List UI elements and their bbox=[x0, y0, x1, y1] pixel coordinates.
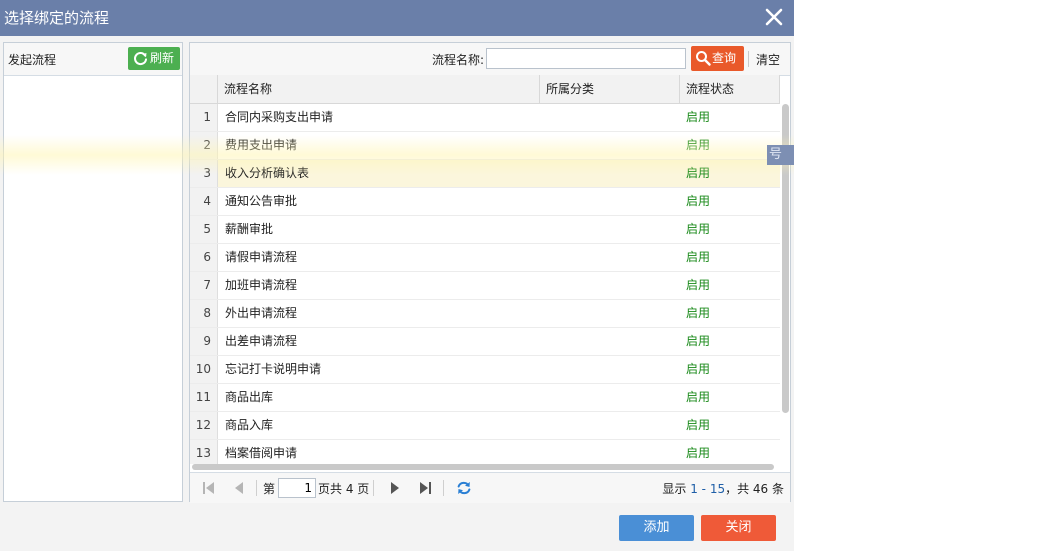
process-name-cell: 合同内采购支出申请 bbox=[225, 110, 334, 124]
query-button[interactable]: 查询 bbox=[691, 46, 744, 71]
left-panel-header: 发起流程 刷新 bbox=[4, 43, 182, 76]
row-number: 7 bbox=[190, 272, 218, 299]
process-status-cell: 启用 bbox=[686, 334, 711, 348]
display-suffix: ，共 46 条 bbox=[725, 482, 784, 496]
process-name-cell: 出差申请流程 bbox=[225, 334, 298, 348]
process-name-cell: 商品入库 bbox=[225, 418, 274, 432]
display-range: 1 - 15 bbox=[690, 482, 726, 496]
toolbar-divider bbox=[748, 51, 749, 67]
process-status-cell: 启用 bbox=[686, 278, 711, 292]
table-row[interactable]: 12 商品入库 启用 bbox=[190, 412, 780, 440]
search-icon bbox=[696, 51, 711, 66]
process-status-cell: 启用 bbox=[686, 362, 711, 376]
page-prefix: 第 bbox=[263, 482, 276, 496]
process-name-cell: 费用支出申请 bbox=[225, 138, 298, 152]
row-number: 9 bbox=[190, 328, 218, 355]
row-number: 10 bbox=[190, 356, 218, 383]
row-number: 2 bbox=[190, 132, 218, 159]
dialog-title: 选择绑定的流程 bbox=[4, 9, 110, 27]
table-row[interactable]: 6 请假申请流程 启用 bbox=[190, 244, 780, 272]
table-row[interactable]: 1 合同内采购支出申请 启用 bbox=[190, 104, 780, 132]
process-status-cell: 启用 bbox=[686, 166, 711, 180]
row-number: 1 bbox=[190, 104, 218, 131]
process-status-cell: 启用 bbox=[686, 446, 711, 460]
column-header-status[interactable]: 流程状态 bbox=[680, 75, 780, 103]
close-icon[interactable] bbox=[762, 5, 786, 29]
row-number: 3 bbox=[190, 160, 218, 187]
last-page-icon[interactable] bbox=[416, 479, 434, 497]
process-name-cell: 加班申请流程 bbox=[225, 278, 298, 292]
table-row[interactable]: 2 费用支出申请 启用 bbox=[190, 132, 780, 160]
process-status-cell: 启用 bbox=[686, 222, 711, 236]
previous-page-icon[interactable] bbox=[230, 479, 248, 497]
process-name-cell: 收入分析确认表 bbox=[225, 166, 310, 180]
table-row[interactable]: 8 外出申请流程 启用 bbox=[190, 300, 780, 328]
process-status-cell: 启用 bbox=[686, 194, 711, 208]
page-number-input[interactable] bbox=[278, 478, 316, 498]
process-name-input[interactable] bbox=[486, 48, 686, 69]
refresh-icon bbox=[134, 52, 148, 66]
process-name-cell: 薪酬审批 bbox=[225, 222, 274, 236]
process-name-cell: 忘记打卡说明申请 bbox=[225, 362, 322, 376]
row-number: 8 bbox=[190, 300, 218, 327]
close-button[interactable]: 关闭 bbox=[701, 515, 776, 541]
right-panel: 流程名称: 查询 清空 流程名称 所属分类 流程状态 1 合同内采购支出申请 启 bbox=[189, 42, 791, 503]
process-name-cell: 外出申请流程 bbox=[225, 306, 298, 320]
table-row[interactable]: 10 忘记打卡说明申请 启用 bbox=[190, 356, 780, 384]
process-name-cell: 通知公告审批 bbox=[225, 194, 298, 208]
row-number: 11 bbox=[190, 384, 218, 411]
pager-info: 显示 1 - 15，共 46 条 bbox=[662, 481, 784, 497]
process-status-cell: 启用 bbox=[686, 418, 711, 432]
process-name-label: 流程名称: bbox=[432, 53, 485, 67]
process-name-cell: 档案借阅申请 bbox=[225, 446, 298, 460]
refresh-button[interactable]: 刷新 bbox=[128, 47, 180, 70]
process-status-cell: 启用 bbox=[686, 138, 711, 152]
table-row[interactable]: 9 出差申请流程 启用 bbox=[190, 328, 780, 356]
table-row[interactable]: 11 商品出库 启用 bbox=[190, 384, 780, 412]
process-name-cell: 商品出库 bbox=[225, 390, 274, 404]
table-row[interactable]: 3 收入分析确认表 启用 bbox=[190, 160, 780, 188]
process-status-cell: 启用 bbox=[686, 390, 711, 404]
page-suffix: 页共 4 页 bbox=[318, 482, 370, 496]
add-button[interactable]: 添加 bbox=[619, 515, 694, 541]
clear-button[interactable]: 清空 bbox=[756, 52, 780, 68]
pagination-bar: 第 页共 4 页 显示 1 - 15，共 46 条 bbox=[190, 472, 790, 503]
row-number: 12 bbox=[190, 412, 218, 439]
grid-header: 流程名称 所属分类 流程状态 bbox=[190, 75, 780, 104]
table-row[interactable]: 4 通知公告审批 启用 bbox=[190, 188, 780, 216]
process-status-cell: 启用 bbox=[686, 110, 711, 124]
table-row[interactable]: 5 薪酬审批 启用 bbox=[190, 216, 780, 244]
side-tab[interactable]: 号秘 bbox=[767, 145, 794, 165]
refresh-label: 刷新 bbox=[150, 51, 175, 65]
column-header-category[interactable]: 所属分类 bbox=[540, 75, 680, 103]
dialog: 选择绑定的流程 发起流程 刷新 流程名称: 查询 清空 流程名称 所属分类 流程… bbox=[0, 0, 794, 551]
pager-divider bbox=[443, 480, 444, 496]
row-number: 6 bbox=[190, 244, 218, 271]
row-number: 4 bbox=[190, 188, 218, 215]
next-page-icon[interactable] bbox=[386, 479, 404, 497]
table-row[interactable]: 13 档案借阅申请 启用 bbox=[190, 440, 780, 464]
horizontal-scrollbar[interactable] bbox=[192, 464, 774, 470]
process-status-cell: 启用 bbox=[686, 250, 711, 264]
row-number-header bbox=[190, 75, 218, 103]
pager-divider bbox=[373, 480, 374, 496]
search-toolbar: 流程名称: 查询 清空 bbox=[190, 43, 790, 76]
reload-icon[interactable] bbox=[455, 479, 473, 497]
grid-body: 1 合同内采购支出申请 启用 2 费用支出申请 启用 3 收入分析确认表 启用 … bbox=[190, 104, 790, 464]
row-number: 13 bbox=[190, 440, 218, 464]
process-name-cell: 请假申请流程 bbox=[225, 250, 298, 264]
query-label: 查询 bbox=[712, 51, 737, 65]
left-panel: 发起流程 刷新 bbox=[3, 42, 183, 502]
dialog-titlebar: 选择绑定的流程 bbox=[0, 0, 794, 36]
first-page-icon[interactable] bbox=[200, 479, 218, 497]
left-panel-title: 发起流程 bbox=[8, 53, 57, 67]
column-header-name[interactable]: 流程名称 bbox=[218, 75, 540, 103]
process-status-cell: 启用 bbox=[686, 306, 711, 320]
display-prefix: 显示 bbox=[662, 482, 691, 496]
table-row[interactable]: 7 加班申请流程 启用 bbox=[190, 272, 780, 300]
pager-divider bbox=[256, 480, 257, 496]
row-number: 5 bbox=[190, 216, 218, 243]
